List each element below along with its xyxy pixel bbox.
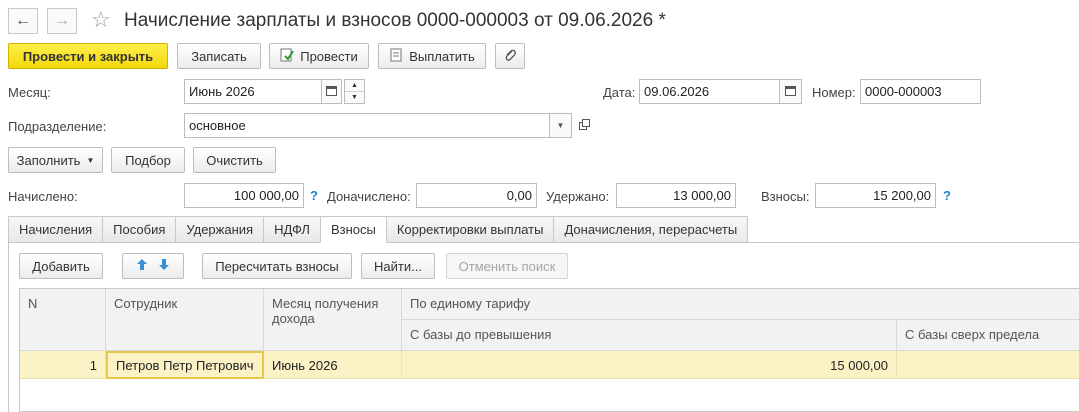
date-label: Дата: [603, 85, 636, 100]
post-document-icon [280, 48, 295, 65]
page-title: Начисление зарплаты и взносов 0000-00000… [124, 10, 666, 31]
tab-accruals[interactable]: Начисления [8, 216, 103, 243]
tab-contributions[interactable]: Взносы [319, 216, 386, 243]
arrow-left-icon: ← [15, 12, 31, 29]
division-field[interactable]: основное [184, 113, 550, 138]
post-button[interactable]: Провести [269, 43, 369, 69]
stepper-down-icon[interactable]: ▼ [345, 92, 364, 103]
post-button-label: Провести [300, 48, 358, 64]
pay-button[interactable]: Выплатить [378, 43, 486, 69]
tab-recalculations[interactable]: Доначисления, перерасчеты [553, 216, 749, 243]
pay-button-label: Выплатить [409, 48, 475, 64]
contributions-label: Взносы: [761, 189, 810, 204]
column-header-base-above[interactable]: С базы сверх предела [897, 320, 1079, 351]
arrow-right-icon: → [54, 12, 70, 29]
withheld-label: Удержано: [546, 189, 610, 204]
chevron-down-icon: ▼ [556, 121, 565, 130]
fill-button-label: Заполнить [16, 152, 81, 168]
attach-button[interactable] [495, 43, 525, 69]
post-and-close-button[interactable]: Провести и закрыть [8, 43, 168, 69]
number-field[interactable]: 0000-000003 [860, 79, 981, 104]
row-base-below[interactable]: 15 000,00 [402, 351, 897, 379]
column-header-base-below[interactable]: С базы до превышения [402, 320, 897, 351]
column-header-income-month[interactable]: Месяц получения дохода [264, 289, 402, 351]
accrued-field: 100 000,00 [184, 183, 304, 208]
column-header-employee[interactable]: Сотрудник [106, 289, 264, 351]
dropdown-arrow-icon: ▼ [86, 155, 95, 165]
extra-accrued-label: Доначислено: [327, 189, 411, 204]
tab-payment-corrections[interactable]: Корректировки выплаты [385, 216, 554, 243]
calendar-icon [326, 85, 337, 99]
division-dropdown-button[interactable]: ▼ [550, 113, 572, 138]
extra-accrued-field: 0,00 [416, 183, 537, 208]
move-buttons [122, 253, 184, 279]
find-button[interactable]: Найти... [361, 253, 435, 279]
fill-button[interactable]: Заполнить ▼ [8, 147, 103, 173]
open-form-icon [578, 118, 590, 133]
calendar-icon [785, 85, 796, 99]
month-label: Месяц: [8, 85, 51, 100]
date-calendar-button[interactable] [780, 79, 802, 104]
open-division-button[interactable] [575, 115, 593, 135]
paperclip-icon [504, 48, 516, 65]
row-number: 1 [20, 351, 106, 379]
contributions-table: N Сотрудник Месяц получения дохода По ед… [19, 288, 1079, 412]
pay-document-icon [389, 48, 403, 65]
accrued-label: Начислено: [8, 189, 78, 204]
cancel-search-button[interactable]: Отменить поиск [446, 253, 568, 279]
division-label: Подразделение: [8, 119, 107, 134]
column-header-n[interactable]: N [20, 289, 106, 351]
tab-ndfl[interactable]: НДФЛ [263, 216, 320, 243]
favorite-star-icon[interactable]: ☆ [91, 7, 111, 33]
move-down-icon[interactable] [158, 258, 170, 274]
withheld-field: 13 000,00 [616, 183, 736, 208]
month-stepper[interactable]: ▲ ▼ [344, 79, 365, 104]
column-header-single-tariff: По единому тарифу [402, 289, 1079, 320]
save-button[interactable]: Записать [177, 43, 261, 69]
number-label: Номер: [812, 85, 856, 100]
row-base-above[interactable] [897, 351, 1079, 379]
tab-bar: Начисления Пособия Удержания НДФЛ Взносы… [8, 216, 749, 243]
add-button[interactable]: Добавить [19, 253, 103, 279]
recalculate-contributions-button[interactable]: Пересчитать взносы [202, 253, 352, 279]
stepper-up-icon[interactable]: ▲ [345, 80, 364, 92]
selection-button[interactable]: Подбор [111, 147, 185, 173]
month-calendar-button[interactable] [322, 79, 342, 104]
table-row[interactable]: 1 Петров Петр Петрович Июнь 2026 15 000,… [20, 351, 1079, 379]
back-button[interactable]: ← [8, 8, 38, 34]
date-field[interactable]: 09.06.2026 [639, 79, 780, 104]
row-employee[interactable]: Петров Петр Петрович [106, 351, 264, 379]
row-income-month[interactable]: Июнь 2026 [264, 351, 402, 379]
tab-benefits[interactable]: Пособия [102, 216, 176, 243]
contributions-field: 15 200,00 [815, 183, 936, 208]
move-up-icon[interactable] [136, 258, 148, 274]
contributions-help-icon[interactable]: ? [943, 188, 951, 203]
accrued-help-icon[interactable]: ? [310, 188, 318, 203]
clear-button[interactable]: Очистить [193, 147, 276, 173]
forward-button[interactable]: → [47, 8, 77, 34]
tab-deductions[interactable]: Удержания [175, 216, 264, 243]
month-field[interactable]: Июнь 2026 [184, 79, 322, 104]
